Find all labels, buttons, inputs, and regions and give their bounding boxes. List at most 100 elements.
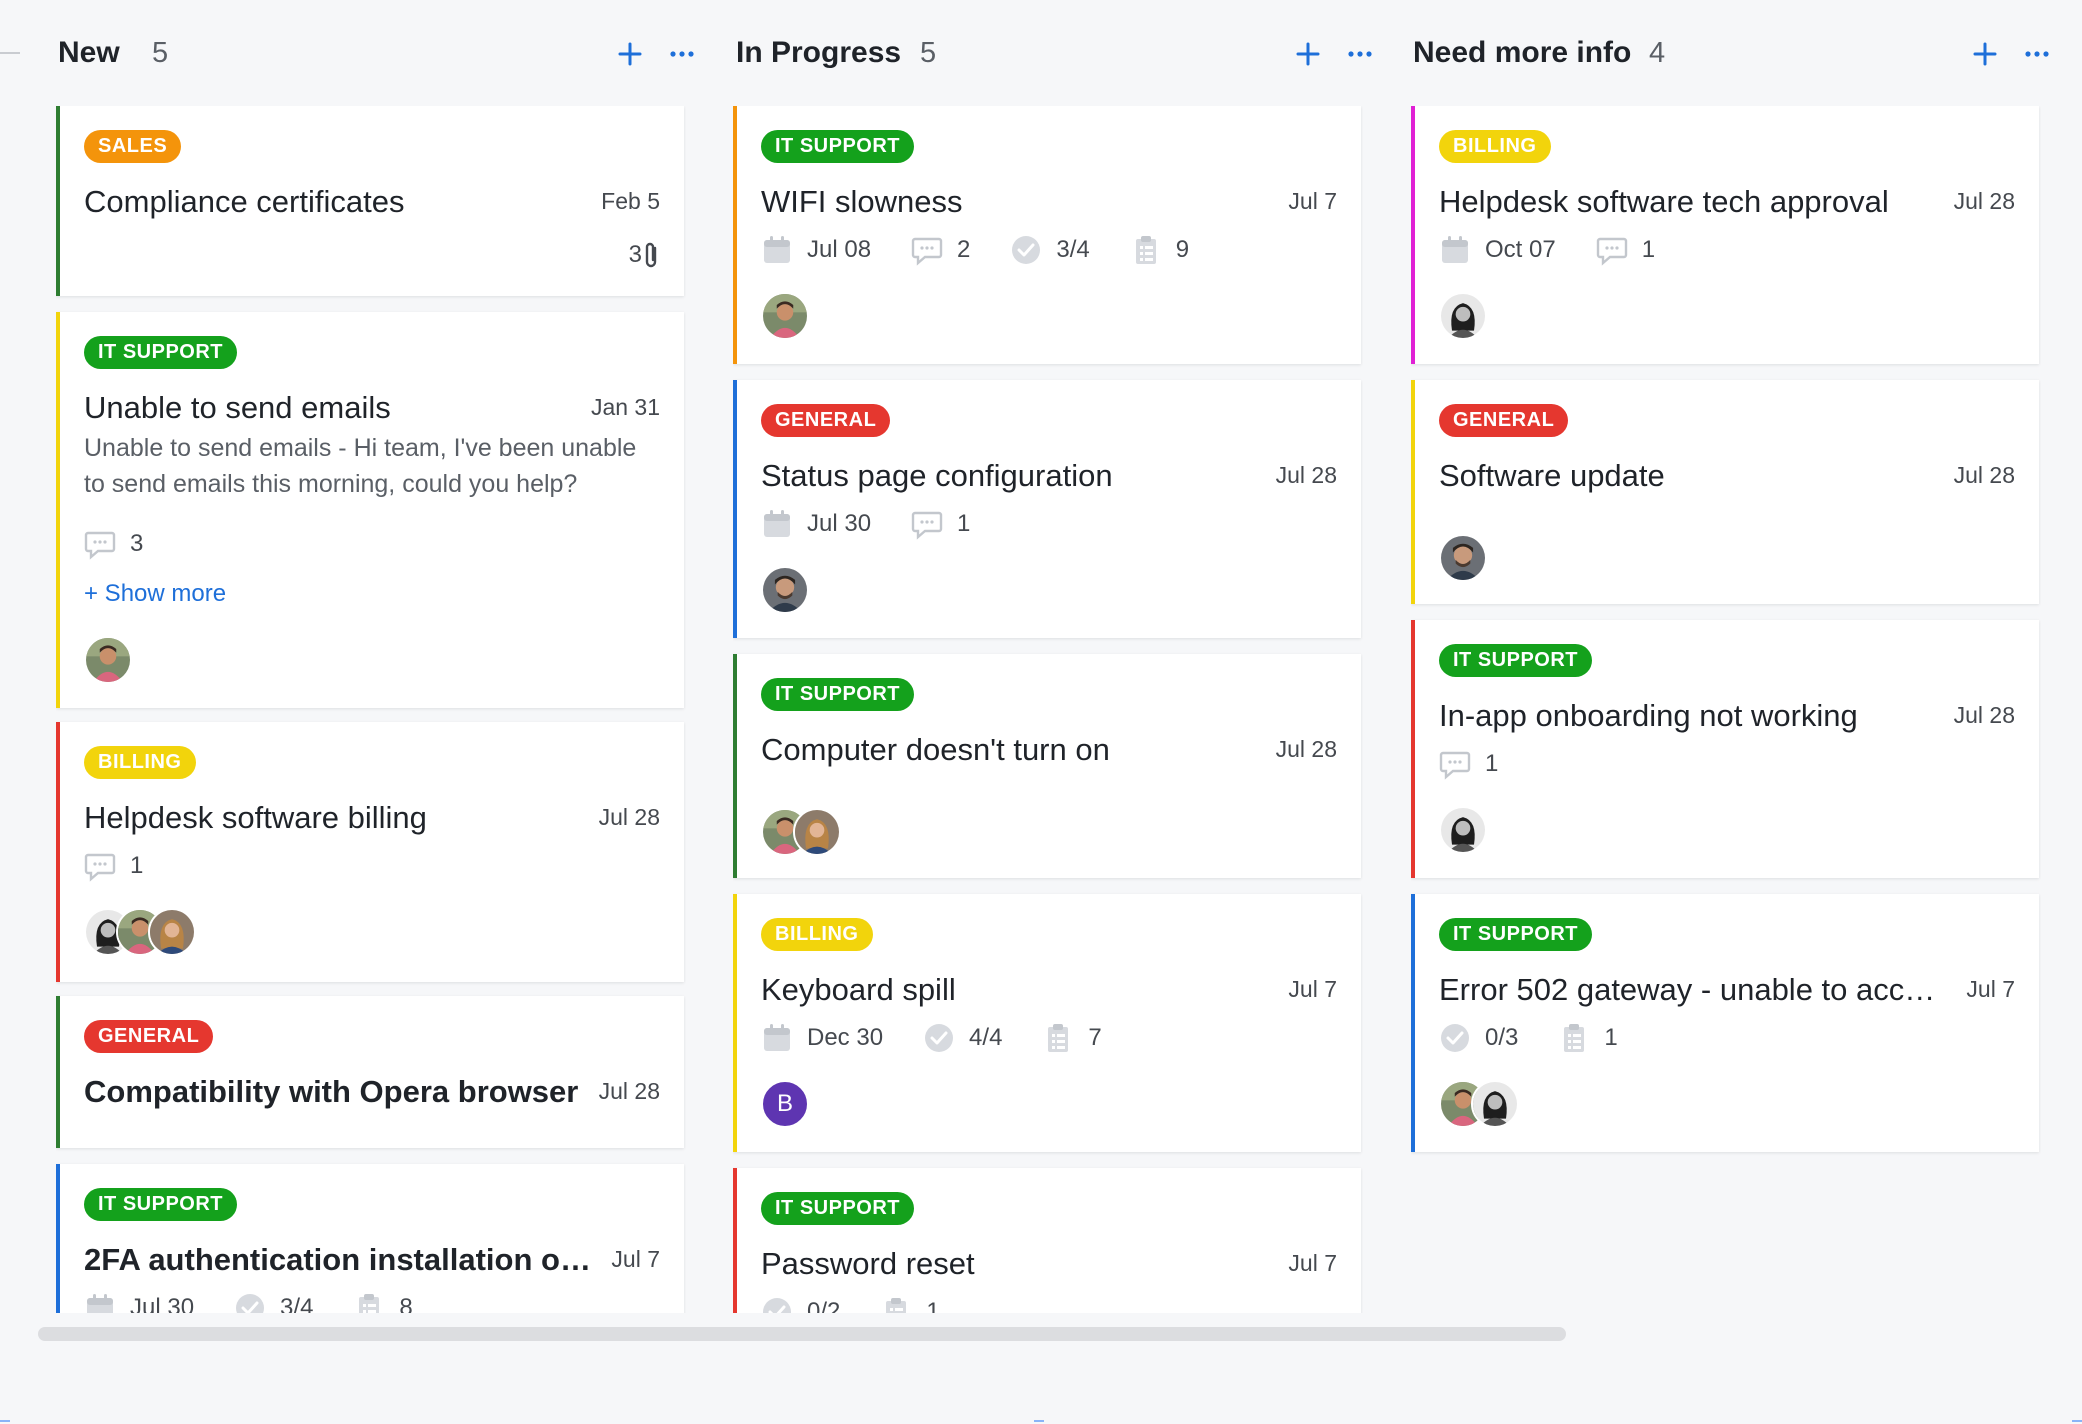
comment-count: 3: [84, 528, 143, 560]
card-title: Status page configuration: [761, 458, 1113, 493]
category-tag: BILLING: [1439, 130, 1551, 163]
card-title: 2FA authentication installation on …: [84, 1242, 594, 1277]
card-date: Jul 28: [598, 804, 660, 830]
task-card[interactable]: IT SUPPORT Unable to send emails Jan 31 …: [56, 312, 684, 708]
column-header: New 5: [0, 0, 694, 106]
horizontal-scrollbar[interactable]: [38, 1327, 1566, 1341]
clipboard-icon: [353, 1292, 385, 1313]
column-title: In Progress: [736, 36, 902, 69]
task-card[interactable]: SALES Compliance certificates Feb 5 3: [56, 106, 684, 296]
task-card[interactable]: IT SUPPORT Password reset Jul 7 0/2 1: [733, 1168, 1361, 1313]
card-title: WIFI slowness: [761, 184, 963, 219]
card-date: Jul 7: [1288, 976, 1337, 1002]
task-card[interactable]: IT SUPPORT 2FA authentication installati…: [56, 1164, 684, 1313]
card-meta: Jul 08 2 3/4 9: [761, 232, 1229, 268]
task-card[interactable]: BILLING Keyboard spill Jul 7 Dec 30 4/4 …: [733, 894, 1361, 1152]
assignee-avatars: [84, 908, 196, 956]
assignee-avatars: [84, 636, 132, 684]
avatar[interactable]: [761, 292, 809, 340]
avatar-letter[interactable]: B: [761, 1080, 809, 1128]
show-more-link[interactable]: + Show more: [84, 580, 226, 608]
card-title: Compliance certificates: [84, 184, 405, 219]
avatar[interactable]: [793, 808, 841, 856]
card-meta: Jul 30 1: [761, 506, 1010, 542]
category-tag: IT SUPPORT: [761, 678, 915, 711]
attachment-count-value: 3: [628, 241, 642, 268]
avatar[interactable]: [1471, 1080, 1519, 1128]
subtask-count: 9: [1130, 234, 1189, 266]
avatar[interactable]: [1439, 292, 1487, 340]
category-tag: GENERAL: [84, 1020, 214, 1053]
due-date: Jul 30: [84, 1292, 194, 1313]
card-title: Compatibility with Opera browser: [84, 1074, 579, 1109]
due-date-value: Oct 07: [1485, 236, 1556, 263]
checklist-progress: 3/4: [234, 1292, 313, 1313]
comment-count-value: 1: [1485, 750, 1499, 777]
subtask-count-value: 1: [1604, 1024, 1618, 1051]
card-title: Unable to send emails: [84, 390, 391, 425]
due-date: Oct 07: [1439, 234, 1556, 266]
category-tag: IT SUPPORT: [84, 336, 238, 369]
task-card[interactable]: IT SUPPORT Computer doesn't turn on Jul …: [733, 654, 1361, 878]
avatar[interactable]: [1439, 806, 1487, 854]
checklist-value: 3/4: [280, 1294, 314, 1313]
avatar[interactable]: [1439, 534, 1487, 582]
clipboard-icon: [1130, 234, 1162, 266]
avatar[interactable]: [148, 908, 196, 956]
card-date: Jul 28: [1953, 702, 2015, 728]
card-date: Jul 7: [611, 1246, 660, 1272]
card-meta: Oct 07 1: [1439, 232, 1695, 268]
card-date: Jul 28: [598, 1078, 660, 1104]
column-title: Need more info: [1413, 36, 1632, 69]
avatar[interactable]: [84, 636, 132, 684]
card-meta: 0/2 1: [761, 1294, 980, 1313]
card-title: Software update: [1439, 458, 1665, 493]
avatar[interactable]: [761, 566, 809, 614]
task-card[interactable]: BILLING Helpdesk software billing Jul 28…: [56, 722, 684, 982]
more-options-icon[interactable]: [2019, 36, 2055, 72]
task-card[interactable]: GENERAL Compatibility with Opera browser…: [56, 996, 684, 1148]
card-date: Jul 7: [1288, 1250, 1337, 1276]
card-meta: Dec 30 4/4 7: [761, 1020, 1142, 1056]
assignee-avatars: [761, 808, 841, 856]
due-date: Dec 30: [761, 1022, 883, 1054]
add-card-icon[interactable]: [612, 36, 648, 72]
calendar-icon: [1439, 234, 1471, 266]
card-description: Unable to send emails - Hi team, I've be…: [84, 434, 637, 498]
card-date: Jul 28: [1275, 462, 1337, 488]
category-tag: IT SUPPORT: [1439, 918, 1593, 951]
column-count: 5: [920, 37, 937, 69]
calendar-icon: [761, 1022, 793, 1054]
column-cards-in-progress: IT SUPPORT WIFI slowness Jul 7 Jul 08 2 …: [733, 106, 1363, 1313]
assignee-avatars: B: [761, 1080, 809, 1128]
category-tag: IT SUPPORT: [761, 1192, 915, 1225]
task-card[interactable]: GENERAL Status page configuration Jul 28…: [733, 380, 1361, 638]
task-card[interactable]: BILLING Helpdesk software tech approval …: [1411, 106, 2039, 364]
check-circle-icon: [234, 1292, 266, 1313]
calendar-icon: [761, 508, 793, 540]
card-date: Jul 28: [1275, 736, 1337, 762]
card-title: Keyboard spill: [761, 972, 956, 1007]
category-tag: BILLING: [84, 746, 196, 779]
card-meta: 0/3 1: [1439, 1020, 1658, 1056]
edge-marker: [0, 52, 20, 54]
task-card[interactable]: IT SUPPORT WIFI slowness Jul 7 Jul 08 2 …: [733, 106, 1361, 364]
attachment-count: 3: [629, 240, 660, 270]
subtask-count: 8: [353, 1292, 413, 1313]
task-card[interactable]: IT SUPPORT Error 502 gateway - unable to…: [1411, 894, 2039, 1152]
add-card-icon[interactable]: [1290, 36, 1326, 72]
comment-icon: [1596, 234, 1628, 266]
category-tag: IT SUPPORT: [1439, 644, 1593, 677]
task-card[interactable]: GENERAL Software update Jul 28: [1411, 380, 2039, 604]
comment-count-value: 1: [957, 510, 971, 537]
task-card[interactable]: IT SUPPORT In-app onboarding not working…: [1411, 620, 2039, 878]
assignee-avatars: [1439, 292, 1487, 340]
edge-marker: [0, 1420, 10, 1422]
add-card-icon[interactable]: [1967, 36, 2003, 72]
due-date-value: Dec 30: [807, 1024, 884, 1051]
card-meta: 1: [1439, 746, 1538, 782]
checklist-progress: 0/2: [761, 1296, 840, 1313]
card-title: Password reset: [761, 1246, 975, 1281]
subtask-count-value: 8: [399, 1294, 413, 1313]
subtask-count: 7: [1042, 1022, 1102, 1054]
